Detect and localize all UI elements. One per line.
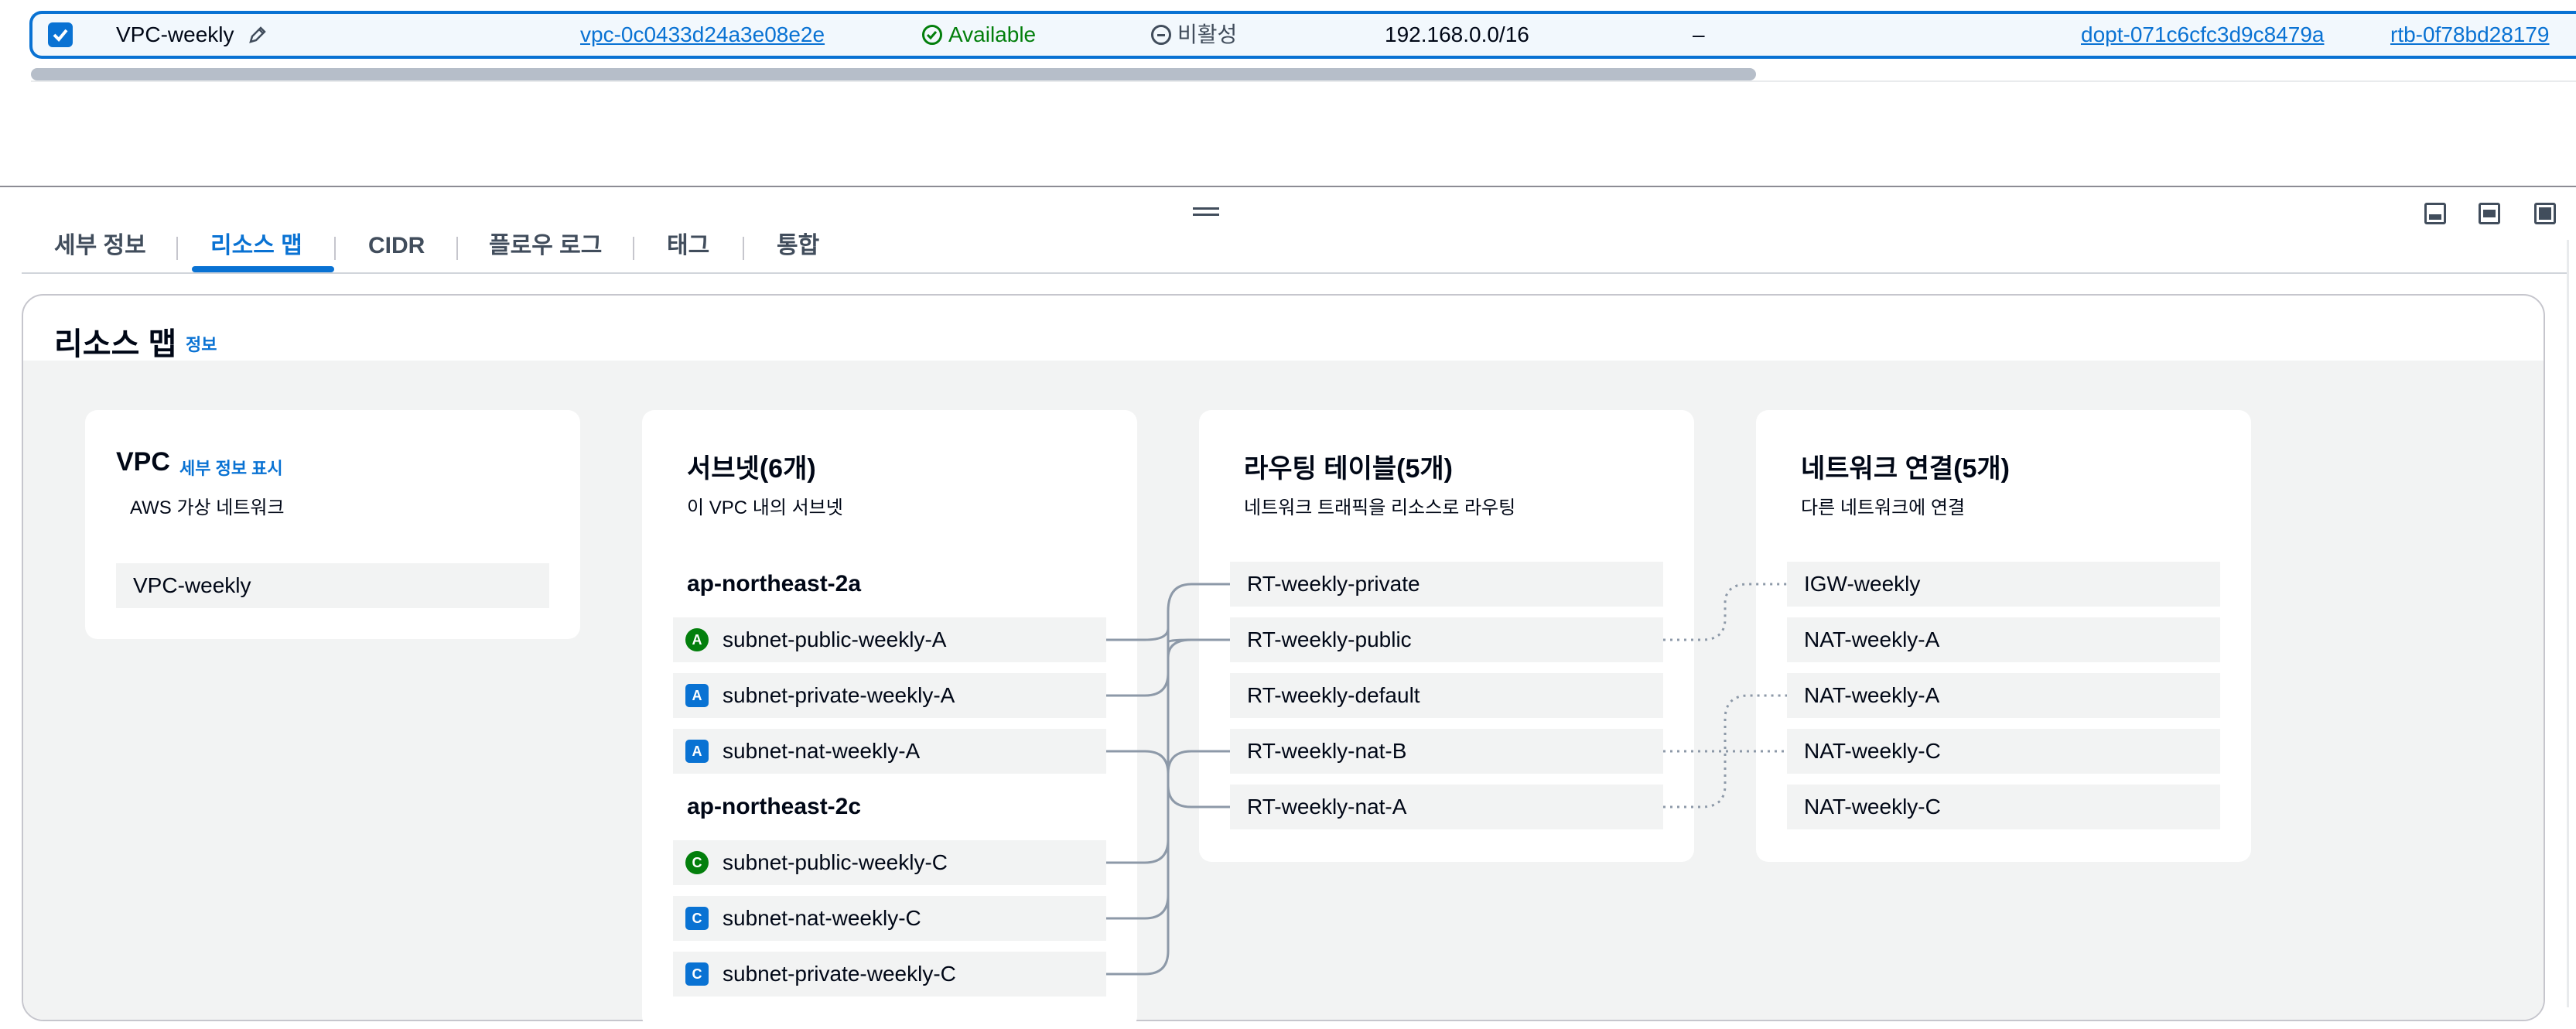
- subnet-label: subnet-private-weekly-A: [723, 683, 955, 707]
- subnet-item[interactable]: A subnet-nat-weekly-A: [673, 729, 1106, 774]
- vpc-name: VPC-weekly: [116, 22, 234, 46]
- route-table-link[interactable]: rtb-0f78bd28179: [2390, 14, 2550, 56]
- vpc-card-subtitle: AWS 가상 네트워크: [130, 497, 285, 518]
- network-connection-item[interactable]: NAT-weekly-A: [1787, 673, 2220, 718]
- split-panel-divider[interactable]: [0, 186, 2576, 187]
- az-title: ap-northeast-2a: [687, 571, 862, 597]
- tab-integrations[interactable]: 통합: [777, 227, 819, 271]
- network-connections-card: 네트워크 연결(5개) 다른 네트워크에 연결 IGW-weekly NAT-w…: [1756, 410, 2251, 862]
- route-table-item[interactable]: RT-weekly-nat-A: [1230, 785, 1663, 829]
- subnet-label: subnet-private-weekly-C: [723, 962, 956, 986]
- drag-handle-icon[interactable]: [1193, 207, 1219, 217]
- vpc-state-label: Available: [948, 22, 1037, 46]
- route-table-item[interactable]: RT-weekly-default: [1230, 673, 1663, 718]
- subnet-label: subnet-nat-weekly-C: [723, 906, 921, 930]
- private-subnet-icon: A: [685, 684, 709, 707]
- vpc-card-title: VPC: [116, 447, 170, 477]
- subnets-card-subtitle: 이 VPC 내의 서브넷: [687, 497, 843, 518]
- tab-flow-logs[interactable]: 플로우 로그: [489, 227, 602, 271]
- subnet-item[interactable]: C subnet-nat-weekly-C: [673, 896, 1106, 941]
- subnet-item[interactable]: C subnet-public-weekly-C: [673, 840, 1106, 885]
- tab-cidr[interactable]: CIDR: [368, 227, 425, 271]
- tab-separator: [334, 237, 336, 260]
- edit-pencil-icon[interactable]: [248, 25, 268, 45]
- public-subnet-icon: C: [685, 851, 709, 874]
- divider: [31, 80, 2576, 82]
- vpc-card: VPC 세부 정보 표시 AWS 가상 네트워크 VPC-weekly: [85, 410, 580, 639]
- row-checkbox[interactable]: [48, 22, 73, 47]
- vpc-item[interactable]: VPC-weekly: [116, 563, 549, 608]
- ipv4-cidr: 192.168.0.0/16: [1385, 22, 1529, 46]
- public-subnet-icon: A: [685, 628, 709, 651]
- network-connection-item[interactable]: NAT-weekly-C: [1787, 729, 2220, 774]
- panel-side-icon[interactable]: [2479, 203, 2500, 224]
- network-connection-item[interactable]: IGW-weekly: [1787, 562, 2220, 607]
- vpc-table-row[interactable]: VPC-weekly vpc-0c0433d24a3e08e2e Availab…: [29, 11, 2576, 59]
- tab-details[interactable]: 세부 정보: [54, 227, 146, 271]
- horizontal-scrollbar[interactable]: [31, 68, 1756, 80]
- scrollbar-track: [2567, 240, 2569, 1007]
- subnets-card-title: 서브넷(6개): [687, 454, 816, 484]
- private-subnet-icon: C: [685, 907, 709, 930]
- tab-resource-map[interactable]: 리소스 맵: [210, 227, 302, 271]
- private-subnet-icon: A: [685, 740, 709, 763]
- subnet-label: subnet-public-weekly-C: [723, 850, 948, 874]
- az-title: ap-northeast-2c: [687, 794, 862, 819]
- subnet-item[interactable]: A subnet-public-weekly-A: [673, 617, 1106, 662]
- panel-fullscreen-icon[interactable]: [2534, 203, 2556, 224]
- block-public-access: 비활성: [1151, 14, 1237, 56]
- resource-map-title: 리소스 맵: [54, 327, 177, 361]
- subnet-label: subnet-public-weekly-A: [723, 627, 947, 651]
- active-tab-indicator: [192, 266, 334, 272]
- dhcp-options-link[interactable]: dopt-071c6cfc3d9c8479a: [2081, 14, 2324, 56]
- tab-separator: [456, 237, 458, 260]
- subnet-item[interactable]: A subnet-private-weekly-A: [673, 673, 1106, 718]
- tab-separator: [176, 237, 178, 260]
- vpc-id-link[interactable]: vpc-0c0433d24a3e08e2e: [580, 14, 825, 56]
- route-table-item[interactable]: RT-weekly-public: [1230, 617, 1663, 662]
- route-table-item[interactable]: RT-weekly-nat-B: [1230, 729, 1663, 774]
- ipv6-cidr: –: [1693, 22, 1705, 46]
- private-subnet-icon: C: [685, 962, 709, 986]
- route-table-item[interactable]: RT-weekly-private: [1230, 562, 1663, 607]
- network-connections-card-title: 네트워크 연결(5개): [1801, 454, 2010, 484]
- vpc-state: Available: [922, 14, 1036, 56]
- network-connections-card-subtitle: 다른 네트워크에 연결: [1801, 497, 1966, 518]
- info-link[interactable]: 정보: [186, 331, 217, 356]
- route-tables-card: 라우팅 테이블(5개) 네트워크 트래픽을 리소스로 라우팅 RT-weekly…: [1199, 410, 1694, 862]
- route-tables-card-subtitle: 네트워크 트래픽을 리소스로 라우팅: [1244, 497, 1516, 518]
- check-circle-icon: [922, 25, 942, 45]
- tab-tags[interactable]: 태그: [667, 227, 709, 271]
- network-connection-item[interactable]: NAT-weekly-C: [1787, 785, 2220, 829]
- subnet-label: subnet-nat-weekly-A: [723, 739, 921, 763]
- block-public-access-label: 비활성: [1177, 22, 1238, 46]
- tab-separator: [743, 237, 744, 260]
- route-tables-card-title: 라우팅 테이블(5개): [1244, 454, 1453, 484]
- tab-separator: [633, 237, 634, 260]
- panel-bottom-icon[interactable]: [2424, 203, 2446, 224]
- subnets-card: 서브넷(6개) 이 VPC 내의 서브넷 ap-northeast-2a A s…: [642, 410, 1137, 1029]
- tabs-divider: [22, 272, 2567, 274]
- checkmark-icon: [53, 29, 68, 42]
- minus-circle-icon: [1151, 25, 1171, 45]
- vpc-details-link[interactable]: 세부 정보 표시: [179, 455, 283, 480]
- network-connection-item[interactable]: NAT-weekly-A: [1787, 617, 2220, 662]
- subnet-item[interactable]: C subnet-private-weekly-C: [673, 952, 1106, 997]
- vpc-name-cell: VPC-weekly: [116, 14, 268, 56]
